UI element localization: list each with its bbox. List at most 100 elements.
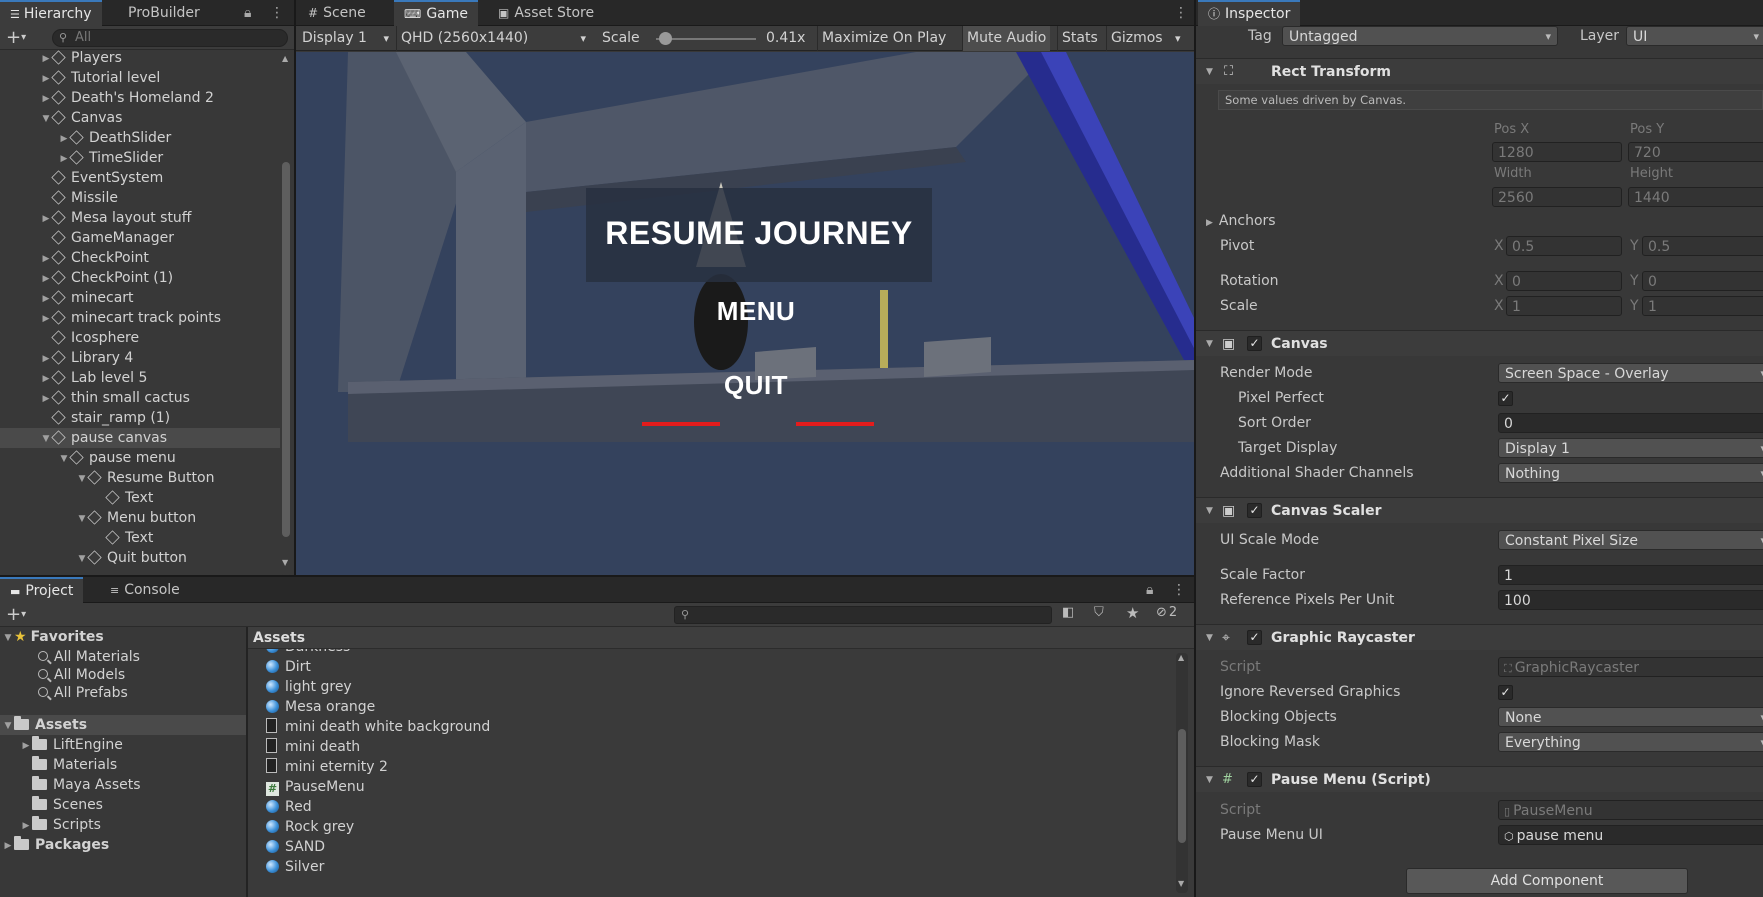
search-by-type-icon[interactable]: ◧ bbox=[1062, 605, 1074, 620]
expand-arrow-icon[interactable]: ▶ bbox=[40, 209, 52, 229]
hierarchy-item[interactable]: Text bbox=[0, 528, 280, 548]
favorite-item[interactable]: All Prefabs bbox=[38, 683, 128, 703]
hierarchy-item[interactable]: ▶ thin small cactus bbox=[0, 388, 280, 408]
hierarchy-scroll-thumb[interactable] bbox=[282, 162, 290, 537]
display-dropdown[interactable]: Display 1 ▾ bbox=[298, 26, 393, 51]
pause-menu-script-header[interactable]: ▼ # ✓ Pause Menu (Script) bbox=[1196, 766, 1763, 792]
assets-scrollbar[interactable]: ▲ ▼ bbox=[1176, 653, 1188, 893]
lock-icon[interactable]: 🔒︎ bbox=[240, 0, 255, 26]
target-display-dropdown[interactable]: Display 1 bbox=[1498, 438, 1763, 458]
pause-menu-ui-field[interactable]: ⬡ pause menu bbox=[1498, 825, 1763, 845]
resume-journey-button[interactable]: RESUME JOURNEY bbox=[586, 215, 932, 252]
blocking-mask-dropdown[interactable]: Everything bbox=[1498, 732, 1763, 752]
scale-y-field[interactable]: 1 bbox=[1642, 296, 1763, 316]
stats-button[interactable]: Stats bbox=[1057, 26, 1102, 51]
rect-transform-header[interactable]: ▼ ⛶ Rect Transform bbox=[1196, 58, 1763, 84]
tab-project[interactable]: ▬ Project bbox=[0, 577, 84, 603]
tag-dropdown[interactable]: Untagged bbox=[1282, 26, 1558, 46]
packages-folder[interactable]: ▶ Packages bbox=[2, 835, 109, 855]
tab-game[interactable]: ⌨︎ Game bbox=[394, 0, 479, 26]
gizmos-button[interactable]: Gizmos bbox=[1106, 26, 1167, 51]
hierarchy-item[interactable]: GameManager bbox=[0, 228, 280, 248]
hierarchy-item[interactable]: ▶ minecart track points bbox=[0, 308, 280, 328]
expand-arrow-icon[interactable]: ▶ bbox=[40, 69, 52, 89]
asset-item[interactable]: mini death bbox=[266, 737, 360, 757]
hierarchy-item[interactable]: ▶ Players bbox=[0, 50, 280, 68]
hierarchy-item[interactable]: ▶ Death's Homeland 2 bbox=[0, 88, 280, 108]
scale-slider-handle[interactable] bbox=[659, 32, 672, 45]
assets-scroll-thumb[interactable] bbox=[1178, 729, 1186, 843]
graphic-raycaster-header[interactable]: ▼ ⌖ ✓ Graphic Raycaster bbox=[1196, 624, 1763, 650]
pos-x-field[interactable]: 1280 bbox=[1492, 142, 1622, 162]
pause-menu-script-field[interactable]: ▯ PauseMenu bbox=[1498, 800, 1763, 820]
ref-ppu-field[interactable]: 100 bbox=[1498, 590, 1763, 610]
asset-item[interactable]: # PauseMenu bbox=[266, 777, 365, 797]
blocking-objects-dropdown[interactable]: None bbox=[1498, 707, 1763, 727]
hierarchy-item[interactable]: ▶ Library 4 bbox=[0, 348, 280, 368]
lock-icon[interactable]: 🔒︎ bbox=[1142, 577, 1157, 603]
asset-item[interactable]: Red bbox=[266, 797, 312, 817]
hierarchy-item[interactable]: ▶ Mesa layout stuff bbox=[0, 208, 280, 228]
scale-x-field[interactable]: 1 bbox=[1506, 296, 1622, 316]
hierarchy-item[interactable]: ▶ DeathSlider bbox=[0, 128, 280, 148]
expand-arrow-icon[interactable]: ▶ bbox=[40, 269, 52, 289]
tab-probuilder[interactable]: ProBuilder bbox=[118, 0, 210, 26]
raycaster-script-field[interactable]: ⛶ GraphicRaycaster bbox=[1498, 657, 1763, 677]
graphic-raycaster-enabled-checkbox[interactable]: ✓ bbox=[1247, 630, 1262, 645]
asset-folder-item[interactable]: Scenes bbox=[20, 795, 103, 815]
assets-folder[interactable]: ▼ Assets bbox=[2, 715, 87, 735]
favorites-foldout[interactable]: ▼ ★ Favorites bbox=[2, 627, 104, 647]
canvas-component-header[interactable]: ▼ ▣ ✓ Canvas bbox=[1196, 330, 1763, 356]
expand-arrow-icon[interactable]: ▶ bbox=[58, 129, 70, 149]
hierarchy-item[interactable]: ▶ CheckPoint (1) bbox=[0, 268, 280, 288]
asset-item[interactable]: light grey bbox=[266, 677, 352, 697]
pos-y-field[interactable]: 720 bbox=[1628, 142, 1763, 162]
hierarchy-item[interactable]: ▼ pause canvas bbox=[0, 428, 280, 448]
expand-arrow-icon[interactable]: ▶ bbox=[40, 50, 52, 69]
canvas-enabled-checkbox[interactable]: ✓ bbox=[1247, 336, 1262, 351]
hierarchy-item[interactable]: Text bbox=[0, 488, 280, 508]
layer-dropdown[interactable]: UI bbox=[1626, 26, 1763, 46]
quit-button[interactable]: QUIT bbox=[656, 370, 856, 401]
pivot-x-field[interactable]: 0.5 bbox=[1506, 236, 1622, 256]
hierarchy-item[interactable]: Missile bbox=[0, 188, 280, 208]
tab-asset-store[interactable]: ▣ Asset Store bbox=[488, 0, 604, 26]
hierarchy-item[interactable]: ▼ Resume Button bbox=[0, 468, 280, 488]
mute-audio-button[interactable]: Mute Audio bbox=[962, 26, 1051, 51]
pixel-perfect-checkbox[interactable]: ✓ bbox=[1498, 391, 1513, 406]
hierarchy-item[interactable]: stair_ramp (1) bbox=[0, 408, 280, 428]
expand-arrow-icon[interactable]: ▶ bbox=[20, 736, 32, 756]
expand-arrow-icon[interactable]: ▶ bbox=[40, 289, 52, 309]
tab-console[interactable]: ≡ Console bbox=[100, 577, 190, 603]
expand-arrow-icon[interactable]: ▶ bbox=[40, 369, 52, 389]
project-search-input[interactable]: ⚲ bbox=[674, 606, 1052, 624]
create-add-button[interactable]: +▾ bbox=[6, 27, 26, 48]
expand-arrow-icon[interactable]: ▶ bbox=[40, 249, 52, 269]
favorite-item[interactable]: All Models bbox=[38, 665, 125, 685]
more-options-icon[interactable]: ⋮ bbox=[1170, 0, 1192, 26]
expand-arrow-icon[interactable]: ▶ bbox=[40, 89, 52, 109]
expand-arrow-icon[interactable]: ▶ bbox=[40, 349, 52, 369]
create-add-button[interactable]: +▾ bbox=[6, 604, 26, 625]
expand-arrow-icon[interactable]: ▶ bbox=[20, 816, 32, 836]
hierarchy-item[interactable]: ▶ Tutorial level bbox=[0, 68, 280, 88]
rotation-x-field[interactable]: 0 bbox=[1506, 271, 1622, 291]
label-tag-icon[interactable]: ⛉ bbox=[1094, 605, 1104, 620]
collapse-arrow-icon[interactable]: ▼ bbox=[76, 509, 88, 529]
expand-arrow-icon[interactable]: ▶ bbox=[40, 389, 52, 409]
hierarchy-scrollbar[interactable]: ▲ ▼ bbox=[280, 50, 292, 575]
anchors-foldout[interactable]: ▶ Anchors bbox=[1206, 211, 1276, 231]
asset-item[interactable]: mini eternity 2 bbox=[266, 757, 388, 777]
asset-item[interactable]: Dirt bbox=[266, 657, 311, 677]
hierarchy-item[interactable]: ▶ CheckPoint bbox=[0, 248, 280, 268]
maximize-on-play-button[interactable]: Maximize On Play bbox=[817, 26, 950, 51]
width-field[interactable]: 2560 bbox=[1492, 187, 1622, 207]
asset-item[interactable]: Rock grey bbox=[266, 817, 354, 837]
hierarchy-item[interactable]: EventSystem bbox=[0, 168, 280, 188]
scale-factor-field[interactable]: 1 bbox=[1498, 565, 1763, 585]
hierarchy-item[interactable]: ▶ TimeSlider bbox=[0, 148, 280, 168]
asset-item[interactable]: Darkness bbox=[266, 649, 350, 657]
favorite-item[interactable]: All Materials bbox=[38, 647, 140, 667]
pivot-y-field[interactable]: 0.5 bbox=[1642, 236, 1763, 256]
hidden-packages-icon[interactable]: ⊘ 2 bbox=[1156, 605, 1177, 620]
